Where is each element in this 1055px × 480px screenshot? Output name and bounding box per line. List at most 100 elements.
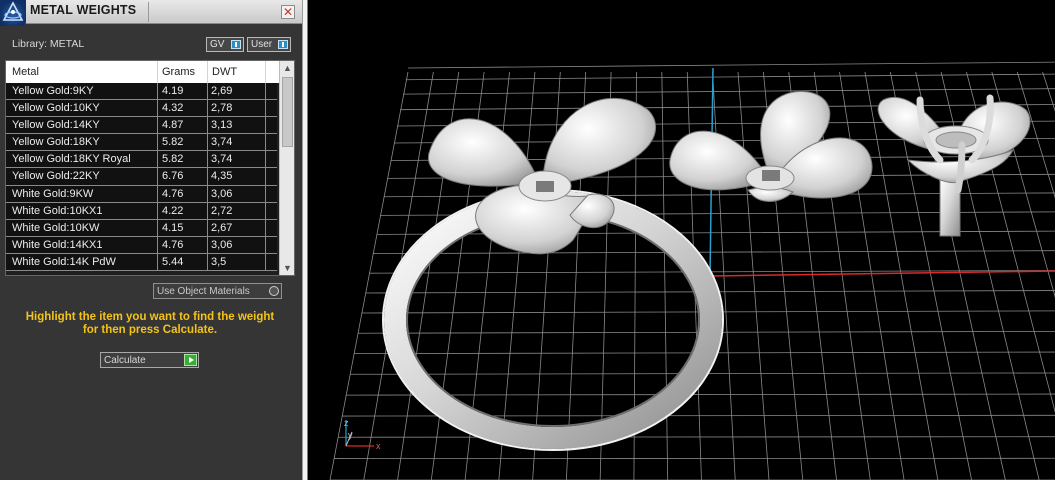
cell-divider (207, 117, 208, 134)
cell-divider (157, 236, 158, 253)
cell-divider (157, 151, 158, 168)
table-scrollbar[interactable]: ▲ ▼ (279, 61, 294, 275)
calculate-label: Calculate (104, 355, 146, 366)
table-row[interactable]: Yellow Gold:9KY 4.19 2,69 (6, 83, 277, 101)
cell-divider (265, 236, 266, 253)
cell-divider (265, 151, 266, 168)
scroll-down-icon[interactable]: ▼ (280, 261, 294, 275)
dwt-cell: 2,69 (211, 85, 233, 97)
grid-line (1042, 71, 1055, 112)
ring-model[interactable] (382, 97, 724, 451)
dwt-cell: 4,35 (211, 170, 233, 183)
dwt-cell: 3,06 (211, 187, 233, 200)
cell-divider (265, 168, 266, 185)
instruction-line-1: Highlight the item you want to find the … (25, 311, 275, 323)
dwt-cell: 3,74 (211, 153, 233, 166)
table-row[interactable]: Yellow Gold:22KY 6.76 4,35 (6, 168, 277, 186)
grams-cell: 4.76 (162, 187, 184, 200)
table-row[interactable]: White Gold:14KX1 4.76 3,06 (6, 236, 277, 254)
close-icon[interactable]: ✕ (281, 5, 295, 19)
cell-divider (157, 117, 158, 134)
grams-cell: 4.32 (162, 102, 184, 115)
grid-line (407, 61, 1055, 69)
column-header-metal[interactable]: Metal (12, 66, 39, 78)
gv-toggle-switch-icon (231, 40, 241, 49)
3d-viewport[interactable]: z y x (308, 0, 1055, 480)
column-divider (207, 61, 208, 83)
title-bar[interactable]: METAL WEIGHTS ✕ (0, 0, 302, 26)
metal-weights-panel: METAL WEIGHTS ✕ Library: METAL GV User M… (0, 0, 302, 480)
cell-divider (207, 185, 208, 202)
metal-cell: Yellow Gold:22KY (12, 170, 100, 183)
table-row[interactable]: White Gold:14K PdW 5.44 3,5 (6, 253, 277, 272)
viewport-canvas: z y x (329, 61, 1055, 480)
metal-cell: White Gold:10KX1 (12, 204, 103, 217)
play-arrow-icon (184, 354, 197, 366)
axis-label-z: z (344, 418, 349, 428)
table-row[interactable]: Yellow Gold:14KY 4.87 3,13 (6, 117, 277, 135)
cell-divider (265, 83, 266, 100)
table-rows: Yellow Gold:9KY 4.19 2,69 Yellow Gold:10KY… (6, 83, 277, 272)
flower-model-front[interactable] (669, 91, 873, 202)
gv-toggle[interactable]: GV (206, 37, 244, 52)
dwt-cell: 3,74 (211, 136, 233, 149)
grid-line (403, 88, 1055, 95)
metal-cell: Yellow Gold:18KY Royal (12, 153, 131, 166)
metal-cell: Yellow Gold:18KY (12, 136, 100, 149)
cell-divider (207, 219, 208, 236)
dwt-cell: 3,06 (211, 238, 233, 251)
axis-label-x: x (376, 441, 381, 451)
calculate-button[interactable]: Calculate (100, 352, 199, 368)
axis-label-y: y (348, 430, 353, 440)
grams-cell: 5.82 (162, 153, 184, 166)
scroll-up-icon[interactable]: ▲ (280, 61, 294, 75)
metal-cell: Yellow Gold:9KY (12, 85, 94, 97)
user-toggle-label: User (251, 39, 273, 50)
cell-divider (157, 83, 158, 100)
metal-cell: White Gold:14KX1 (12, 238, 103, 251)
column-header-grams[interactable]: Grams (162, 66, 195, 78)
grid-line (372, 250, 1055, 255)
user-toggle[interactable]: User (247, 37, 291, 52)
table-row[interactable]: Yellow Gold:10KY 4.32 2,78 (6, 100, 277, 118)
cell-divider (157, 202, 158, 219)
table-row[interactable]: White Gold:10KX1 4.22 2,72 (6, 202, 277, 220)
cell-divider (265, 100, 266, 117)
table-row[interactable]: Yellow Gold:18KY Royal 5.82 3,74 (6, 151, 277, 169)
grams-cell: 4.76 (162, 238, 184, 251)
metal-cell: White Gold:10KW (12, 221, 100, 234)
grid-line (397, 120, 1055, 127)
column-header-dwt[interactable]: DWT (212, 66, 237, 78)
dwt-cell: 3,5 (211, 255, 227, 268)
grams-cell: 5.82 (162, 136, 184, 149)
cell-divider (207, 100, 208, 117)
grid-line (400, 104, 1055, 111)
table-row[interactable]: White Gold:9KW 4.76 3,06 (6, 185, 277, 203)
dwt-cell: 2,72 (211, 204, 233, 217)
grams-cell: 6.76 (162, 170, 184, 183)
grid-line (346, 393, 1055, 396)
table-row[interactable]: Yellow Gold:18KY 5.82 3,74 (6, 134, 277, 152)
user-toggle-switch-icon (278, 40, 288, 49)
cell-divider (207, 236, 208, 253)
cell-divider (157, 253, 158, 271)
panel-title: METAL WEIGHTS (30, 3, 137, 17)
scroll-thumb[interactable] (282, 77, 293, 147)
cell-divider (207, 168, 208, 185)
flower-model-prong-setting[interactable] (877, 94, 1031, 237)
metal-cell: White Gold:9KW (12, 187, 94, 200)
cell-divider (207, 134, 208, 151)
cell-divider (157, 100, 158, 117)
use-object-materials-option[interactable]: Use Object Materials (153, 283, 282, 299)
cell-divider (265, 134, 266, 151)
grams-cell: 4.19 (162, 85, 184, 97)
radio-icon (269, 286, 279, 296)
library-label: Library: METAL (12, 38, 85, 50)
instruction-line-2: for then press Calculate. (82, 324, 218, 336)
table-row[interactable]: White Gold:10KW 4.15 2,67 (6, 219, 277, 237)
dwt-cell: 2,67 (211, 221, 233, 234)
dwt-cell: 2,78 (211, 102, 233, 115)
metal-cell: White Gold:14K PdW (12, 255, 116, 268)
instruction-text: Highlight the item you want to find the … (10, 311, 290, 337)
metal-table[interactable]: Metal Grams DWT Yellow Gold:9KY 4.19 2,69 … (5, 60, 295, 276)
